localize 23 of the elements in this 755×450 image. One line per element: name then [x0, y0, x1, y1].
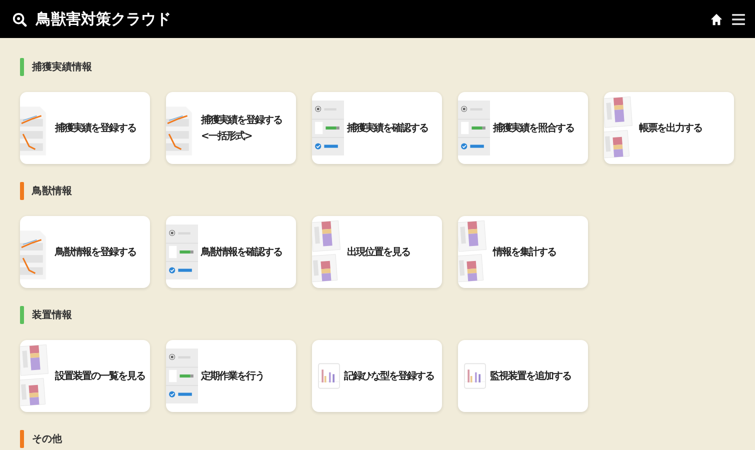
section-title: 装置情報 — [32, 308, 72, 322]
menu-card[interactable]: 情報を集計する — [458, 216, 588, 288]
bar-chart-icon — [318, 362, 340, 390]
menu-card[interactable]: 捕獲実績を登録する — [20, 92, 150, 164]
section-title: 捕獲実績情報 — [32, 60, 92, 74]
section-title: 鳥獣情報 — [32, 184, 72, 198]
section-title: その他 — [32, 432, 62, 446]
menu-card[interactable]: 定期作業を行う — [166, 340, 296, 412]
menu-card[interactable]: 鳥獣情報を登録する — [20, 216, 150, 288]
menu-card[interactable]: 鳥獣情報を確認する — [166, 216, 296, 288]
menu-card[interactable]: 監視装置を追加する — [458, 340, 588, 412]
app-title: 鳥獣害対策クラウド — [36, 10, 171, 28]
menu-card[interactable]: 捕獲実績を照合する — [458, 92, 588, 164]
menu-card[interactable]: 捕獲実績を登録する <一括形式> — [166, 92, 296, 164]
menu-card[interactable]: 記録ひな型を登録する — [312, 340, 442, 412]
search-icon[interactable] — [12, 12, 27, 26]
bar-chart-icon — [464, 362, 486, 390]
menu-card[interactable]: 出現位置を見る — [312, 216, 442, 288]
menu-icon[interactable] — [732, 14, 745, 24]
home-icon[interactable] — [710, 12, 723, 26]
menu-card[interactable]: 設置装置の一覧を見る — [20, 340, 150, 412]
menu-card[interactable]: 帳票を出力する — [604, 92, 734, 164]
menu-card[interactable]: 捕獲実績を確認する — [312, 92, 442, 164]
